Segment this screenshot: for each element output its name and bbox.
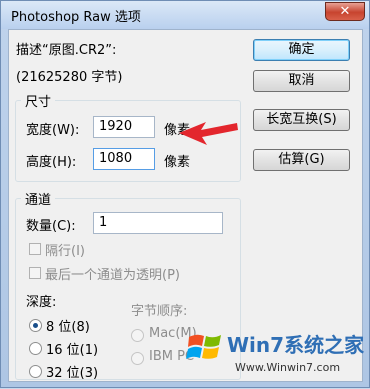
watermark-brand: Win7系统之家 <box>227 333 365 357</box>
watermark-url: Www.Winwin7.com <box>235 361 341 374</box>
windows-logo-icon <box>186 334 221 359</box>
raw-options-dialog: Photoshop Raw 选项 ✕ 描述“原图.CR2”: (21625280… <box>0 0 370 388</box>
watermark: Win7系统之家 Www.Winwin7.com <box>177 321 367 385</box>
